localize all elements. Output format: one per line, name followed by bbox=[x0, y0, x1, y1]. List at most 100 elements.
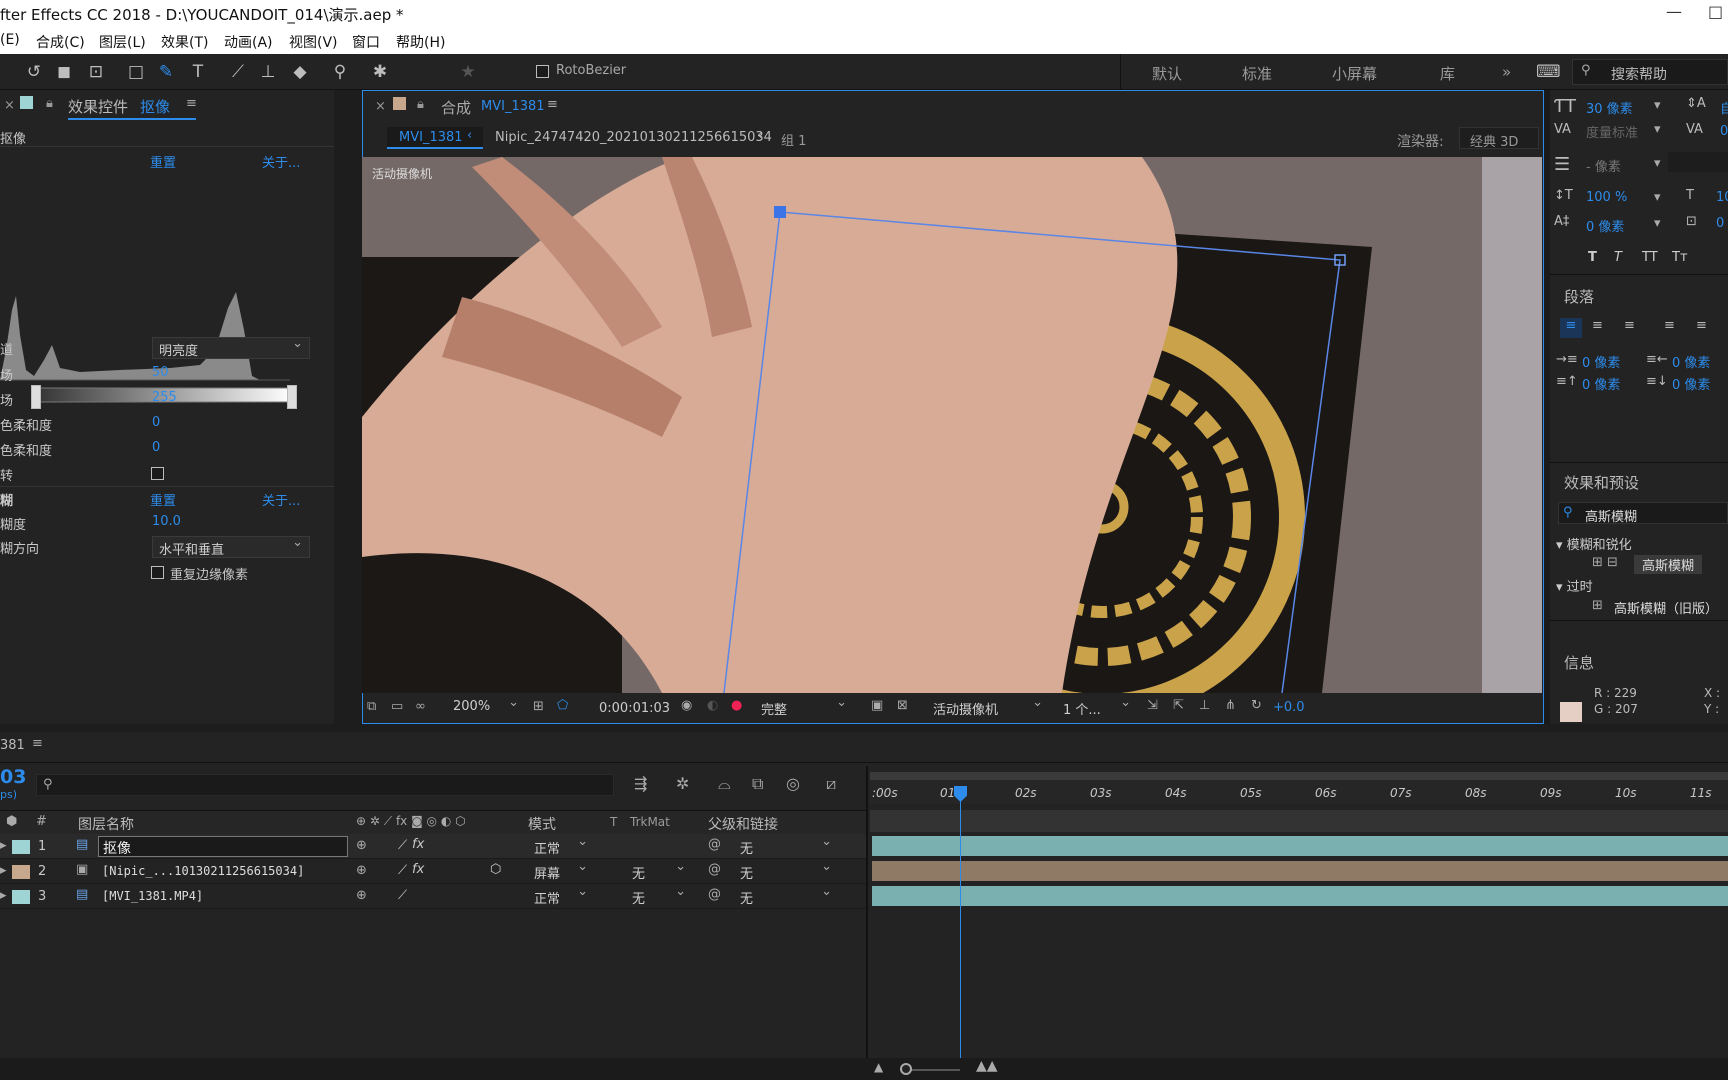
layer-mode-dropdown[interactable]: 正常 bbox=[528, 884, 594, 908]
fx-switch-icon[interactable]: fx bbox=[412, 862, 424, 877]
layer-mode-dropdown[interactable]: 屏幕 bbox=[528, 859, 594, 883]
menu-layer[interactable]: 图层(L) bbox=[99, 32, 146, 52]
blur-reset-button[interactable]: 重置 bbox=[150, 490, 176, 509]
panel-menu-icon[interactable]: ≡ bbox=[186, 96, 197, 111]
workspace-standard[interactable]: 标准 bbox=[1242, 63, 1272, 84]
keyboard-icon[interactable]: ⌨ bbox=[1536, 60, 1561, 84]
menu-view[interactable]: 视图(V) bbox=[289, 32, 338, 52]
timeline-search-input[interactable]: ⚲ bbox=[36, 774, 614, 796]
maximize-button[interactable]: □ bbox=[1708, 2, 1723, 21]
pickwhip-icon[interactable]: @ bbox=[708, 862, 721, 877]
current-timecode[interactable]: 0:00:01:03 bbox=[599, 701, 670, 716]
comp-lock-icon[interactable]: 🔒︎ bbox=[417, 97, 424, 112]
effect-gaussian-blur-legacy[interactable]: 高斯模糊（旧版） bbox=[1614, 598, 1718, 617]
group-blur-sharpen[interactable]: ▾ 模糊和锐化 bbox=[1556, 534, 1632, 553]
type-tool-icon[interactable]: T bbox=[186, 60, 210, 84]
white-softness-value[interactable]: 0 bbox=[152, 440, 160, 455]
roto-brush-tool-icon[interactable]: ⚲ bbox=[328, 60, 352, 84]
blur-about-button[interactable]: 关于... bbox=[262, 490, 300, 509]
rectangle-tool-icon[interactable]: □ bbox=[124, 60, 148, 84]
repeat-edge-pixels-checkbox[interactable] bbox=[151, 566, 164, 579]
align-center-button[interactable]: ≡ bbox=[1592, 318, 1603, 333]
workspace-default[interactable]: 默认 bbox=[1152, 63, 1182, 84]
quality-switch-icon[interactable]: ⟋ bbox=[398, 863, 407, 878]
help-search-input[interactable]: 搜索帮助 bbox=[1611, 64, 1667, 84]
align-left-button[interactable]: ≡ bbox=[1560, 318, 1582, 338]
effect-controls-tab[interactable]: 效果控件 bbox=[68, 96, 128, 117]
shy-switch-icon[interactable]: ⊕ bbox=[356, 888, 367, 903]
layer-duration-bar[interactable] bbox=[872, 836, 1728, 856]
group-obsolete[interactable]: ▾ 过时 bbox=[1556, 576, 1593, 595]
leading-value[interactable]: 自 bbox=[1720, 98, 1728, 117]
mask-visibility-icon[interactable]: ⬠ bbox=[557, 698, 568, 713]
always-preview-icon[interactable]: ⧉ bbox=[367, 699, 376, 714]
frame-blending-icon[interactable]: ⧉ bbox=[752, 774, 763, 794]
about-button[interactable]: 关于... bbox=[262, 152, 300, 171]
menu-composition[interactable]: 合成(C) bbox=[36, 32, 85, 52]
zoom-out-icon[interactable]: ▲ bbox=[874, 1060, 883, 1074]
motion-blur-icon[interactable]: ◎ bbox=[786, 774, 800, 793]
pickwhip-icon[interactable]: @ bbox=[708, 837, 721, 852]
close-icon[interactable]: × bbox=[4, 98, 15, 113]
timeline-tab[interactable]: 381 bbox=[0, 738, 25, 753]
menu-help[interactable]: 帮助(H) bbox=[396, 32, 445, 52]
composition-viewer[interactable]: 活动摄像机 bbox=[362, 157, 1542, 693]
shy-switch-icon[interactable]: ⊕ bbox=[356, 838, 367, 853]
justify-last-center-button[interactable]: ≡ bbox=[1696, 318, 1707, 333]
timeline-menu-icon[interactable]: ≡ bbox=[32, 736, 43, 751]
timeline-current-time[interactable]: 03 bbox=[0, 766, 26, 788]
effect-gaussian-blur[interactable]: 高斯模糊 bbox=[1634, 555, 1703, 574]
comp-panel-menu-icon[interactable]: ≡ bbox=[547, 97, 558, 112]
expand-arrow-icon[interactable]: ▸ bbox=[0, 838, 7, 853]
trkmat-dropdown[interactable]: 无 bbox=[626, 859, 692, 883]
menu-animation[interactable]: 动画(A) bbox=[224, 32, 273, 52]
expand-arrow-icon[interactable]: ▸ bbox=[0, 888, 7, 903]
flowchart-icon[interactable]: ⋔ bbox=[1225, 698, 1236, 713]
menu-effect[interactable]: 效果(T) bbox=[161, 32, 208, 52]
trkmat-dropdown[interactable]: 无 bbox=[626, 884, 692, 908]
zoom-dropdown[interactable]: 200% bbox=[447, 695, 525, 719]
parent-dropdown[interactable]: 无 bbox=[734, 859, 838, 883]
pen-tool-icon[interactable]: ✎ bbox=[154, 60, 178, 84]
3d-glasses-icon[interactable]: ∞ bbox=[415, 699, 426, 714]
time-ruler[interactable]: :00s 01s 02s 03s 04s 05s 06s 07s 08s 09s… bbox=[870, 780, 1728, 804]
region-of-interest-icon[interactable]: ▣ bbox=[871, 698, 883, 713]
layer-label-color[interactable] bbox=[12, 890, 30, 904]
baseline-shift-value[interactable]: 0 像素 bbox=[1586, 216, 1624, 235]
table-row[interactable]: ▸ 1 ▤ 抠像 ⊕ ⟋ fx 正常 @ 无 bbox=[0, 834, 866, 859]
draft-3d-icon[interactable]: ✲ bbox=[676, 774, 689, 793]
faux-italic-button[interactable]: T bbox=[1614, 250, 1622, 265]
tracking-value[interactable]: 0 bbox=[1720, 124, 1728, 139]
color-channels-icon[interactable]: ● bbox=[731, 698, 742, 713]
kerning-value[interactable]: 度量标准 bbox=[1586, 122, 1638, 141]
snapshot-camera-icon[interactable]: ◉ bbox=[681, 698, 692, 713]
monitor-icon[interactable]: ▭ bbox=[391, 699, 403, 714]
black-input-value[interactable]: 50 bbox=[152, 365, 169, 380]
vertical-scale-value[interactable]: 100 % bbox=[1586, 190, 1627, 205]
layer-name[interactable]: [Nipic_...10130211256615034] bbox=[102, 864, 304, 878]
view-layout-dropdown[interactable]: 1 个... bbox=[1057, 695, 1137, 719]
black-softness-value[interactable]: 0 bbox=[152, 415, 160, 430]
exposure-value[interactable]: +0.0 bbox=[1273, 700, 1305, 715]
white-input-slider-handle[interactable] bbox=[287, 385, 297, 409]
small-caps-button[interactable]: Tт bbox=[1672, 250, 1688, 265]
space-after-value[interactable]: 0 像素 bbox=[1672, 374, 1710, 393]
reset-exposure-icon[interactable]: ↻ bbox=[1251, 698, 1262, 713]
tsume-value[interactable]: 0 bbox=[1716, 216, 1724, 231]
white-input-value[interactable]: 255 bbox=[152, 390, 177, 405]
minimize-button[interactable]: — bbox=[1666, 2, 1682, 21]
puppet-pin-tool-icon[interactable]: ✱ bbox=[368, 60, 392, 84]
help-search-box[interactable]: ⚲ 搜索帮助 bbox=[1572, 59, 1728, 85]
renderer-button[interactable]: 经典 3D bbox=[1459, 127, 1539, 150]
workspace-small-screen[interactable]: 小屏幕 bbox=[1332, 63, 1377, 84]
layer-label-color[interactable] bbox=[12, 840, 30, 854]
transparency-grid-icon[interactable]: ⊠ bbox=[897, 698, 908, 713]
workspace-more-button[interactable]: » bbox=[1502, 63, 1511, 81]
horizontal-scale-value[interactable]: 10 bbox=[1716, 190, 1728, 205]
clone-stamp-tool-icon[interactable]: ⊥ bbox=[256, 60, 280, 84]
menu-edit[interactable]: (E) bbox=[0, 32, 20, 48]
camera-tool-icon[interactable]: ◼ bbox=[52, 60, 76, 84]
lock-icon[interactable]: 🔒︎ bbox=[46, 96, 53, 111]
fast-previews-icon[interactable]: ⇱ bbox=[1173, 698, 1184, 713]
layer-label-color[interactable] bbox=[12, 865, 30, 879]
